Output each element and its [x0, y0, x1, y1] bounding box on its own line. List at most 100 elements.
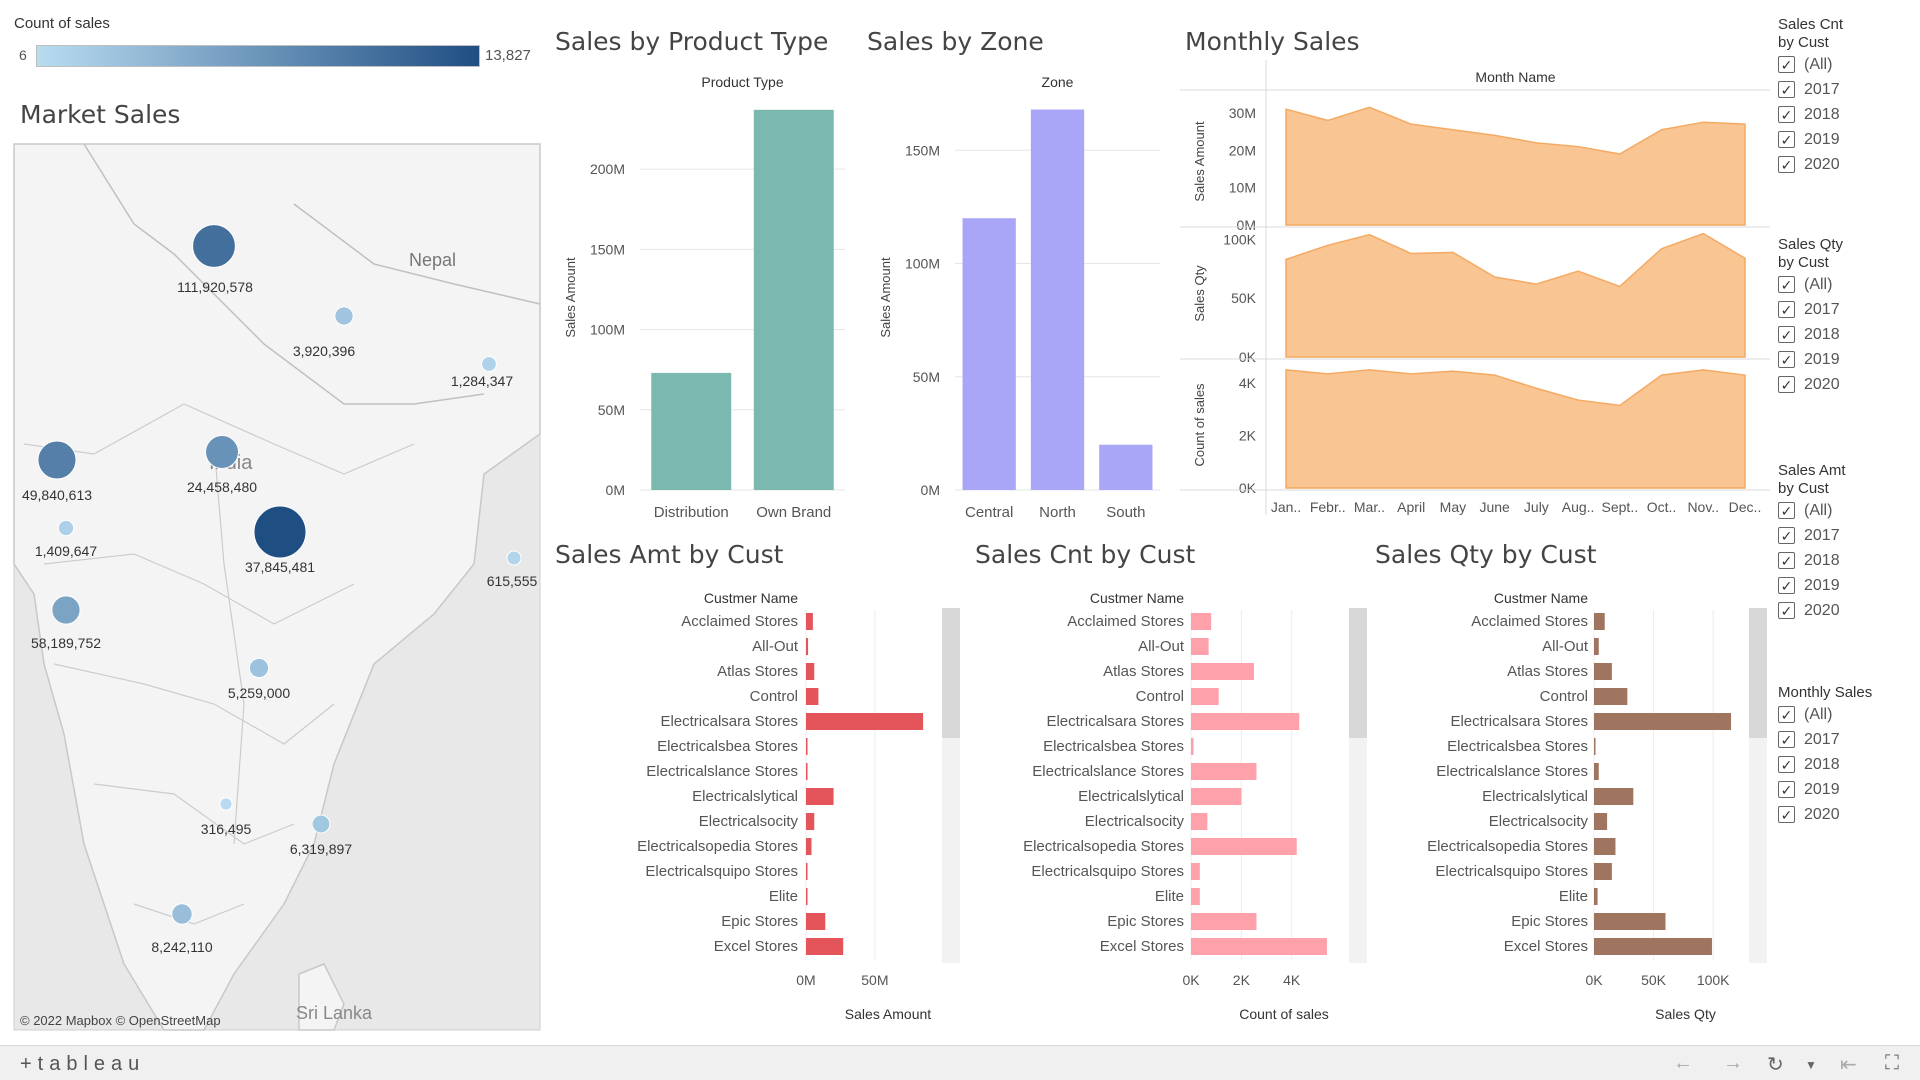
checkbox-checked-icon[interactable]: ✓: [1778, 301, 1795, 318]
bar[interactable]: [806, 938, 844, 955]
checkbox-checked-icon[interactable]: ✓: [1778, 806, 1795, 823]
checkbox-checked-icon[interactable]: ✓: [1778, 326, 1795, 343]
bar[interactable]: [1191, 713, 1300, 730]
bar[interactable]: [1191, 688, 1219, 705]
filter-option[interactable]: ✓ 2017: [1778, 297, 1843, 322]
bar[interactable]: [1191, 738, 1194, 755]
area-series[interactable]: [1285, 232, 1746, 358]
checkbox-checked-icon[interactable]: ✓: [1778, 106, 1795, 123]
filter-option[interactable]: ✓ (All): [1778, 498, 1846, 523]
checkbox-checked-icon[interactable]: ✓: [1778, 552, 1795, 569]
revert-icon[interactable]: ↻: [1767, 1052, 1784, 1077]
filter-option[interactable]: ✓ 2019: [1778, 127, 1843, 152]
map-point[interactable]: [248, 657, 270, 679]
checkbox-checked-icon[interactable]: ✓: [1778, 731, 1795, 748]
checkbox-checked-icon[interactable]: ✓: [1778, 276, 1795, 293]
bar[interactable]: [806, 838, 812, 855]
bar[interactable]: [1191, 863, 1200, 880]
filter-option[interactable]: ✓ (All): [1778, 272, 1843, 297]
fullscreen-icon[interactable]: ⛶: [1885, 1052, 1899, 1075]
bar[interactable]: [1191, 663, 1254, 680]
bar[interactable]: [1594, 613, 1605, 630]
bar[interactable]: [1594, 888, 1598, 905]
bar[interactable]: [1594, 938, 1712, 955]
bar[interactable]: [1594, 813, 1608, 830]
bar[interactable]: [806, 638, 809, 655]
bar[interactable]: [1191, 813, 1208, 830]
checkbox-checked-icon[interactable]: ✓: [1778, 781, 1795, 798]
scrollbar-thumb[interactable]: [942, 608, 960, 738]
bar[interactable]: [1099, 444, 1153, 490]
undo-icon[interactable]: ←: [1673, 1052, 1693, 1075]
map-point[interactable]: [481, 356, 497, 372]
sales-by-product-type-chart[interactable]: Product Type Sales Amount 0M 50M 100M 150M 200…: [555, 65, 855, 521]
chevron-down-icon[interactable]: ▼: [1805, 1058, 1817, 1072]
bar[interactable]: [806, 713, 924, 730]
bar[interactable]: [806, 913, 826, 930]
map-point[interactable]: [506, 550, 522, 566]
reset-icon[interactable]: ⇤: [1840, 1052, 1857, 1077]
bar[interactable]: [1191, 838, 1297, 855]
bar[interactable]: [1594, 763, 1599, 780]
bar[interactable]: [806, 738, 808, 755]
filter-option[interactable]: ✓ 2018: [1778, 102, 1843, 127]
filter-option[interactable]: ✓ 2019: [1778, 573, 1846, 598]
checkbox-checked-icon[interactable]: ✓: [1778, 81, 1795, 98]
scrollbar-thumb[interactable]: [1349, 608, 1367, 738]
bar[interactable]: [806, 688, 819, 705]
bar[interactable]: [1594, 838, 1616, 855]
filter-option[interactable]: ✓ 2020: [1778, 598, 1846, 623]
bar[interactable]: [962, 218, 1016, 490]
filter-option[interactable]: ✓ 2020: [1778, 802, 1872, 827]
filter-option[interactable]: ✓ 2019: [1778, 777, 1872, 802]
scrollbar-thumb[interactable]: [1749, 608, 1767, 738]
checkbox-checked-icon[interactable]: ✓: [1778, 351, 1795, 368]
area-series[interactable]: [1285, 106, 1746, 226]
area-series[interactable]: [1285, 369, 1746, 489]
checkbox-checked-icon[interactable]: ✓: [1778, 706, 1795, 723]
checkbox-checked-icon[interactable]: ✓: [1778, 131, 1795, 148]
filter-option[interactable]: ✓ 2020: [1778, 152, 1843, 177]
sales-qty-by-cust-chart[interactable]: Custmer Name 0K 50K 100K Acclaimed Stores All…: [1375, 585, 1775, 1025]
checkbox-checked-icon[interactable]: ✓: [1778, 376, 1795, 393]
map-point[interactable]: [205, 435, 239, 469]
map-point[interactable]: [171, 903, 193, 925]
checkbox-checked-icon[interactable]: ✓: [1778, 156, 1795, 173]
bar[interactable]: [1191, 788, 1242, 805]
redo-icon[interactable]: →: [1723, 1052, 1743, 1075]
checkbox-checked-icon[interactable]: ✓: [1778, 602, 1795, 619]
filter-option[interactable]: ✓ (All): [1778, 52, 1843, 77]
bar[interactable]: [1594, 738, 1596, 755]
filter-option[interactable]: ✓ 2017: [1778, 727, 1872, 752]
sales-amt-by-cust-chart[interactable]: Custmer Name 0M 50M Acclaimed Stores All-Out…: [555, 585, 975, 1025]
monthly-sales-chart[interactable]: Month Name0M10M20M30MSales Amount0K50K10…: [1180, 60, 1770, 520]
bar[interactable]: [1191, 638, 1209, 655]
bar[interactable]: [1191, 888, 1200, 905]
map-point[interactable]: [192, 224, 236, 268]
map-point[interactable]: [57, 519, 75, 537]
bar[interactable]: [806, 813, 815, 830]
checkbox-checked-icon[interactable]: ✓: [1778, 527, 1795, 544]
checkbox-checked-icon[interactable]: ✓: [1778, 502, 1795, 519]
bar[interactable]: [1594, 713, 1732, 730]
filter-option[interactable]: ✓ (All): [1778, 702, 1872, 727]
bar[interactable]: [753, 109, 834, 490]
map-point[interactable]: [37, 440, 77, 480]
bar[interactable]: [806, 613, 813, 630]
bar[interactable]: [1594, 788, 1634, 805]
bar[interactable]: [651, 372, 732, 490]
bar[interactable]: [1594, 663, 1612, 680]
bar[interactable]: [1594, 688, 1628, 705]
market-sales-map[interactable]: Nepal India Sri Lanka 111,920,5783,920,3…: [13, 143, 541, 1031]
bar[interactable]: [1594, 638, 1599, 655]
filter-option[interactable]: ✓ 2019: [1778, 347, 1843, 372]
map-point[interactable]: [311, 814, 331, 834]
bar[interactable]: [806, 888, 808, 905]
map-point[interactable]: [51, 595, 81, 625]
filter-option[interactable]: ✓ 2018: [1778, 548, 1846, 573]
filter-option[interactable]: ✓ 2018: [1778, 752, 1872, 777]
bar[interactable]: [1594, 863, 1612, 880]
bar[interactable]: [806, 763, 808, 780]
filter-option[interactable]: ✓ 2017: [1778, 523, 1846, 548]
filter-option[interactable]: ✓ 2020: [1778, 372, 1843, 397]
